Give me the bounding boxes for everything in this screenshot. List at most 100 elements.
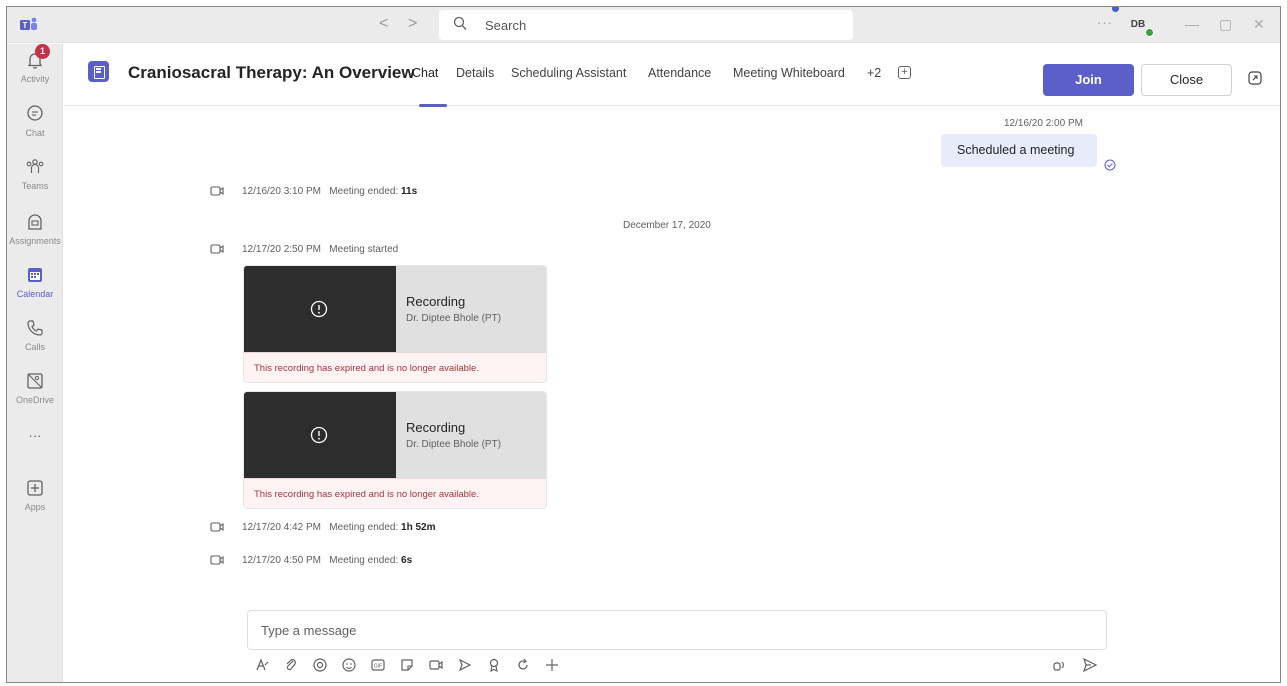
page-title: Craniosacral Therapy: An Overview <box>128 63 415 82</box>
send-icon[interactable] <box>1082 657 1098 673</box>
more-options-icon[interactable]: ··· <box>1097 15 1113 30</box>
sent-status-icon <box>1104 159 1116 171</box>
message-input[interactable]: Type a message <box>247 610 1107 650</box>
gif-icon[interactable]: GIF <box>370 657 386 673</box>
phone-icon <box>27 320 43 336</box>
praise-icon[interactable] <box>486 657 502 673</box>
recording-expired-notice: This recording has expired and is no lon… <box>244 478 546 508</box>
video-camera-icon <box>210 522 224 532</box>
event-text: Meeting ended: <box>329 186 402 197</box>
tab-attendance[interactable]: Attendance <box>648 66 711 80</box>
add-icon[interactable] <box>544 657 560 673</box>
restore-button[interactable]: ▢ <box>1219 16 1232 33</box>
chat-icon <box>27 105 43 121</box>
format-icon[interactable] <box>254 657 270 673</box>
recording-expired-notice: This recording has expired and is no lon… <box>244 352 546 382</box>
tab-chat[interactable]: Chat <box>412 66 438 80</box>
date-separator: December 17, 2020 <box>623 220 711 231</box>
recording-card[interactable]: Recording Dr. Diptee Bhole (PT) This rec… <box>243 391 547 509</box>
video-camera-icon <box>210 555 224 565</box>
event-text: Meeting ended: <box>329 522 402 533</box>
rail-item-calls[interactable]: Calls <box>7 318 63 370</box>
recording-thumbnail <box>244 392 396 478</box>
sent-message-bubble[interactable]: Scheduled a meeting <box>941 134 1097 167</box>
close-window-button[interactable]: ✕ <box>1253 16 1265 33</box>
refresh-icon[interactable] <box>515 657 531 673</box>
app-rail: 1 Activity Chat Teams Assignments Calend… <box>7 44 63 682</box>
assignments-icon <box>28 214 42 230</box>
recording-card[interactable]: Recording Dr. Diptee Bhole (PT) This rec… <box>243 265 547 383</box>
attach-icon[interactable] <box>283 657 299 673</box>
event-duration: 11s <box>401 186 418 197</box>
rail-item-label: Activity <box>20 74 50 84</box>
notification-dot-icon <box>1112 7 1119 12</box>
event-duration: 1h 52m <box>401 522 436 533</box>
tab-more[interactable]: +2 <box>867 66 881 80</box>
rail-item-label: OneDrive <box>15 395 54 405</box>
loop-icon[interactable] <box>312 657 328 673</box>
event-duration: 6s <box>401 555 413 566</box>
popout-chat-icon[interactable] <box>1248 71 1262 85</box>
rail-item-onedrive[interactable]: OneDrive <box>7 371 63 423</box>
rail-item-apps[interactable]: Apps <box>7 478 63 530</box>
tab-meeting-whiteboard[interactable]: Meeting Whiteboard <box>733 66 845 80</box>
svg-text:T: T <box>23 21 28 30</box>
event-text: Meeting ended: <box>329 555 402 566</box>
recording-owner: Dr. Diptee Bhole (PT) <box>406 313 502 324</box>
join-button[interactable]: Join <box>1043 64 1134 96</box>
rail-item-label: Calendar <box>16 289 54 299</box>
minimize-button[interactable]: — <box>1185 16 1199 32</box>
sticker-icon[interactable] <box>399 657 415 673</box>
recording-title: Recording <box>406 294 466 309</box>
tab-scheduling-assistant[interactable]: Scheduling Assistant <box>511 66 626 80</box>
audio-message-icon[interactable] <box>1052 657 1068 673</box>
error-icon <box>310 300 328 318</box>
rail-item-label: Calls <box>24 342 45 352</box>
rail-item-label: Chat <box>25 128 45 138</box>
recording-details: Recording Dr. Diptee Bhole (PT) <box>396 266 546 352</box>
message-placeholder: Type a message <box>261 623 357 638</box>
event-time: 12/17/20 4:42 PM <box>242 522 321 533</box>
back-arrow-icon[interactable]: < <box>379 15 388 33</box>
rail-item-assignments[interactable]: Assignments <box>7 212 63 264</box>
recording-thumbnail <box>244 266 396 352</box>
rail-item-chat[interactable]: Chat <box>7 104 63 156</box>
forward-arrow-icon[interactable]: > <box>408 15 417 33</box>
avatar[interactable]: DB <box>1112 7 1154 37</box>
search-placeholder: Search <box>485 18 527 33</box>
add-tab-icon[interactable]: + <box>898 66 911 79</box>
calendar-icon <box>28 268 42 282</box>
rail-item-activity[interactable]: 1 Activity <box>7 44 63 102</box>
onedrive-icon <box>27 373 43 389</box>
close-button[interactable]: Close <box>1141 64 1232 96</box>
rail-item-label: Apps <box>24 502 46 512</box>
meeting-header: Craniosacral Therapy: An Overview Chat D… <box>64 44 1280 107</box>
presence-available-icon <box>1145 28 1154 37</box>
recording-details: Recording Dr. Diptee Bhole (PT) <box>396 392 546 478</box>
avatar-initials: DB <box>1130 19 1146 30</box>
video-camera-icon <box>210 244 224 254</box>
more-icon: ··· <box>28 428 42 443</box>
rail-item-teams[interactable]: Teams <box>7 157 63 209</box>
meet-now-icon[interactable] <box>428 657 444 673</box>
search-input[interactable]: Search <box>439 10 853 40</box>
rail-item-calendar[interactable]: Calendar <box>7 265 63 317</box>
teams-icon <box>26 159 44 173</box>
event-time: 12/16/20 3:10 PM <box>242 186 321 197</box>
tab-details[interactable]: Details <box>456 66 494 80</box>
emoji-icon[interactable] <box>341 657 357 673</box>
meeting-calendar-icon <box>88 61 109 82</box>
svg-text:GIF: GIF <box>374 664 382 670</box>
message-text: Scheduled a meeting <box>957 143 1075 157</box>
rail-item-label: Assignments <box>9 236 61 246</box>
chat-pane: 12/16/20 2:00 PM Scheduled a meeting 12/… <box>64 107 1280 682</box>
title-bar: T < > Search ··· DB — ▢ ✕ <box>7 7 1280 43</box>
rail-item-more[interactable]: ··· <box>7 424 63 476</box>
recording-title: Recording <box>406 420 466 435</box>
message-timestamp: 12/16/20 2:00 PM <box>1004 118 1083 129</box>
event-time: 12/17/20 4:50 PM <box>242 555 321 566</box>
activity-badge: 1 <box>35 44 50 59</box>
teams-logo-icon: T <box>20 17 37 30</box>
send-later-icon[interactable] <box>457 657 473 673</box>
video-camera-icon <box>210 186 224 196</box>
